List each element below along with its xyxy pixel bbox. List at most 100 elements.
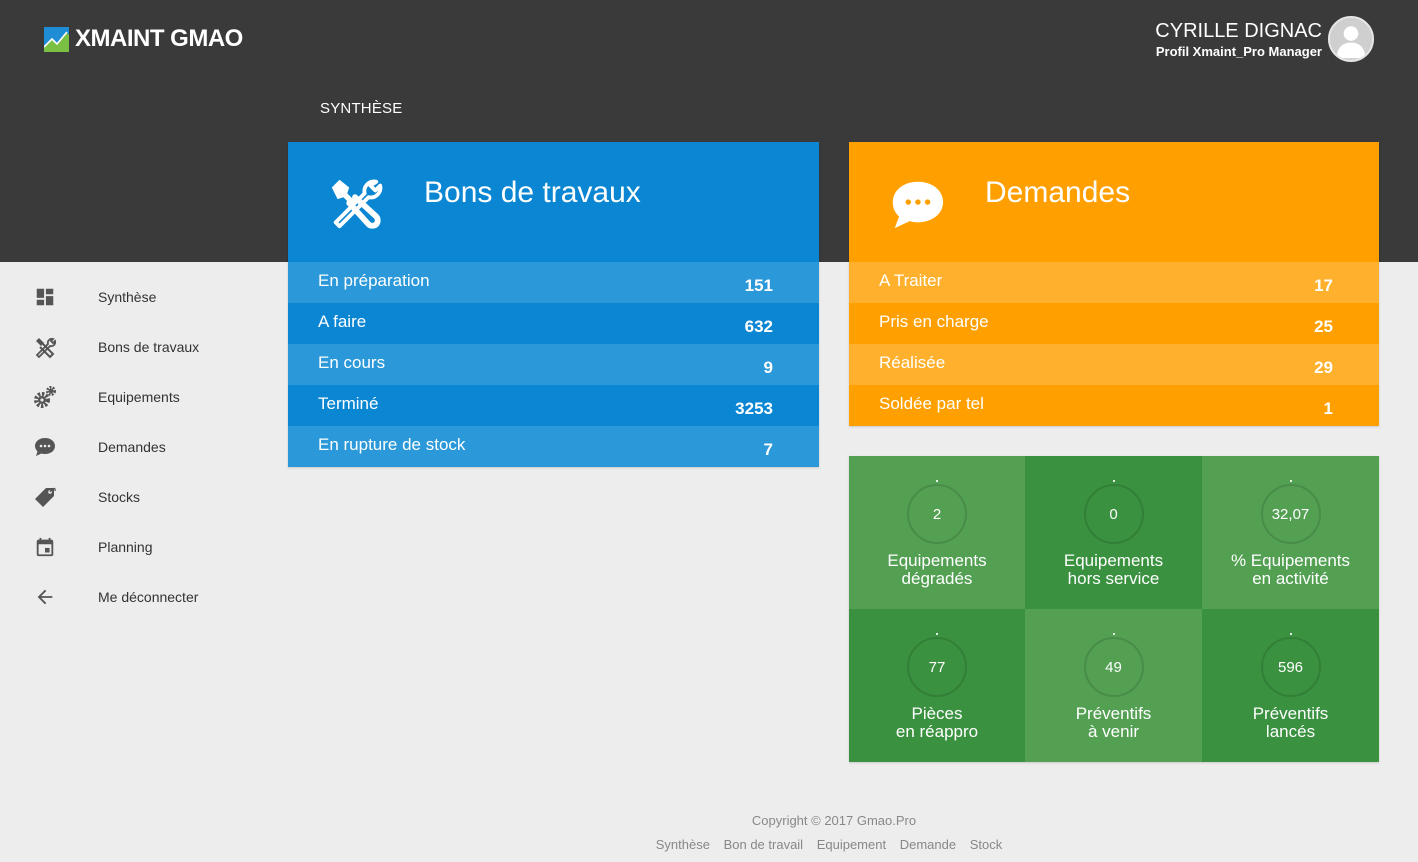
chat-icon <box>892 181 944 229</box>
sidebar-item-label: Planning <box>98 539 153 555</box>
demandes-card-title: Demandes <box>985 176 1131 209</box>
row-label: En cours <box>318 353 386 372</box>
row-label: Réalisée <box>879 353 946 372</box>
sidebar-item-synthese[interactable]: Synthèse <box>0 272 260 322</box>
stat-label-line1: % Equipements <box>1230 551 1351 570</box>
user-menu[interactable]: CYRILLE DIGNAC Profil Xmaint_Pro Manager <box>1155 16 1374 62</box>
stat-label-line2: lancés <box>1265 722 1316 741</box>
stats-grid: 2 Equipements dégradés 0 Equipements hor… <box>849 456 1379 762</box>
footer-link-bon-de-travail[interactable]: Bon de travail <box>724 837 804 852</box>
stat-tile-equipements-degrades[interactable]: 2 Equipements dégradés <box>849 456 1025 609</box>
stat-label-line1: Equipements <box>887 551 987 570</box>
stat-tile-preventifs-lances[interactable]: 596 Préventifs lancés <box>1202 609 1379 762</box>
sidebar-item-label: Equipements <box>98 389 180 405</box>
stat-label-line2: dégradés <box>901 569 973 588</box>
sidebar: Synthèse Bons de travaux Equipements Dem… <box>0 272 260 622</box>
dashboard-icon <box>32 284 58 310</box>
stat-label-line2: en réappro <box>895 722 979 741</box>
demandes-card: Demandes A Traiter 17 Pris en charge 25 … <box>849 142 1379 426</box>
chat-icon <box>32 434 58 460</box>
footer-link-demande[interactable]: Demande <box>900 837 956 852</box>
stat-tile-preventifs-a-venir[interactable]: 49 Préventifs à venir <box>1025 609 1202 762</box>
stat-value: 49 <box>1083 637 1144 697</box>
stat-label-line1: Equipements <box>1063 551 1164 570</box>
stat-label-line1: Préventifs <box>1252 704 1329 723</box>
stat-label-line2: à venir <box>1087 722 1140 741</box>
gauge-marker <box>936 633 938 635</box>
demandes-row-a-traiter[interactable]: A Traiter 17 <box>849 262 1379 303</box>
bons-row-en-preparation[interactable]: En préparation 151 <box>288 262 819 303</box>
demandes-row-pris-en-charge[interactable]: Pris en charge 25 <box>849 303 1379 344</box>
tag-icon <box>32 484 58 510</box>
stat-label-line1: Pièces <box>911 704 963 723</box>
row-value: 25 <box>1314 316 1333 336</box>
avatar[interactable] <box>1328 16 1374 62</box>
bons-row-en-cours[interactable]: En cours 9 <box>288 344 819 385</box>
app-logo[interactable]: XMAINT GMAO <box>44 24 243 54</box>
stat-label-line2: en activité <box>1252 569 1329 588</box>
row-label: Soldée par tel <box>879 394 984 413</box>
sidebar-item-label: Synthèse <box>98 289 157 305</box>
row-value: 3253 <box>735 398 773 418</box>
stat-label-line1: Préventifs <box>1075 704 1152 723</box>
footer-links: Synthèse Bon de travail Equipement Deman… <box>240 837 1418 852</box>
bons-row-a-faire[interactable]: A faire 632 <box>288 303 819 344</box>
row-value: 151 <box>744 275 773 295</box>
stat-tile-equipements-en-activite[interactable]: 32,07 % Equipements en activité <box>1202 456 1379 609</box>
stat-value: 596 <box>1260 637 1321 697</box>
user-profile: Profil Xmaint_Pro Manager <box>1155 44 1322 59</box>
sidebar-item-demandes[interactable]: Demandes <box>0 422 260 472</box>
logo-text: XMAINT GMAO <box>75 25 243 52</box>
stat-tile-equipements-hors-service[interactable]: 0 Equipements hors service <box>1025 456 1202 609</box>
sidebar-item-label: Bons de travaux <box>98 339 200 355</box>
sidebar-item-label: Stocks <box>98 489 141 505</box>
row-value: 29 <box>1314 357 1333 377</box>
demandes-card-header[interactable]: Demandes <box>849 142 1379 262</box>
stat-value: 0 <box>1083 484 1144 544</box>
row-value: 632 <box>744 316 773 336</box>
user-silhouette-icon <box>1330 18 1372 60</box>
gauge-marker <box>936 480 938 482</box>
sidebar-item-label: Demandes <box>98 439 166 455</box>
demandes-row-soldee-par-tel[interactable]: Soldée par tel 1 <box>849 385 1379 426</box>
sidebar-item-bons-de-travaux[interactable]: Bons de travaux <box>0 322 260 372</box>
page-title: SYNTHÈSE <box>320 100 403 117</box>
gauge-marker <box>1112 480 1115 482</box>
row-label: A faire <box>318 312 367 331</box>
row-value: 1 <box>1323 398 1333 418</box>
sidebar-item-logout[interactable]: Me déconnecter <box>0 572 260 622</box>
stat-value: 2 <box>907 484 967 544</box>
sidebar-item-planning[interactable]: Planning <box>0 522 260 572</box>
stat-value: 32,07 <box>1260 484 1321 544</box>
gauge-marker <box>1112 633 1115 635</box>
copyright: Copyright © 2017 Gmao.Pro <box>751 813 917 828</box>
stat-value: 77 <box>907 637 967 697</box>
stat-tile-pieces-en-reappro[interactable]: 77 Pièces en réappro <box>849 609 1025 762</box>
bons-row-termine[interactable]: Terminé 3253 <box>288 385 819 426</box>
bons-row-rupture-de-stock[interactable]: En rupture de stock 7 <box>288 426 819 467</box>
row-value: 7 <box>763 439 773 459</box>
user-name: CYRILLE DIGNAC <box>1155 20 1322 42</box>
sidebar-item-equipements[interactable]: Equipements <box>0 372 260 422</box>
gauge-marker <box>1289 633 1292 635</box>
footer-link-synthese[interactable]: Synthèse <box>656 837 710 852</box>
footer-link-stock[interactable]: Stock <box>970 837 1003 852</box>
bons-card-header[interactable]: Bons de travaux <box>288 142 819 262</box>
row-label: En rupture de stock <box>318 435 466 454</box>
demandes-row-realisee[interactable]: Réalisée 29 <box>849 344 1379 385</box>
tools-icon <box>32 334 58 360</box>
gears-icon <box>32 384 58 410</box>
row-label: A Traiter <box>879 271 943 290</box>
calendar-icon <box>32 534 58 560</box>
row-label: Terminé <box>318 394 379 413</box>
row-value: 17 <box>1314 275 1333 295</box>
sidebar-item-stocks[interactable]: Stocks <box>0 472 260 522</box>
sidebar-item-label: Me déconnecter <box>98 589 199 605</box>
tools-icon <box>331 179 383 229</box>
footer-link-equipement[interactable]: Equipement <box>817 837 886 852</box>
logo-icon <box>44 26 69 52</box>
row-label: En préparation <box>318 271 430 290</box>
stat-label-line2: hors service <box>1067 569 1160 588</box>
row-label: Pris en charge <box>879 312 989 331</box>
bons-de-travaux-card: Bons de travaux En préparation 151 A fai… <box>288 142 819 467</box>
